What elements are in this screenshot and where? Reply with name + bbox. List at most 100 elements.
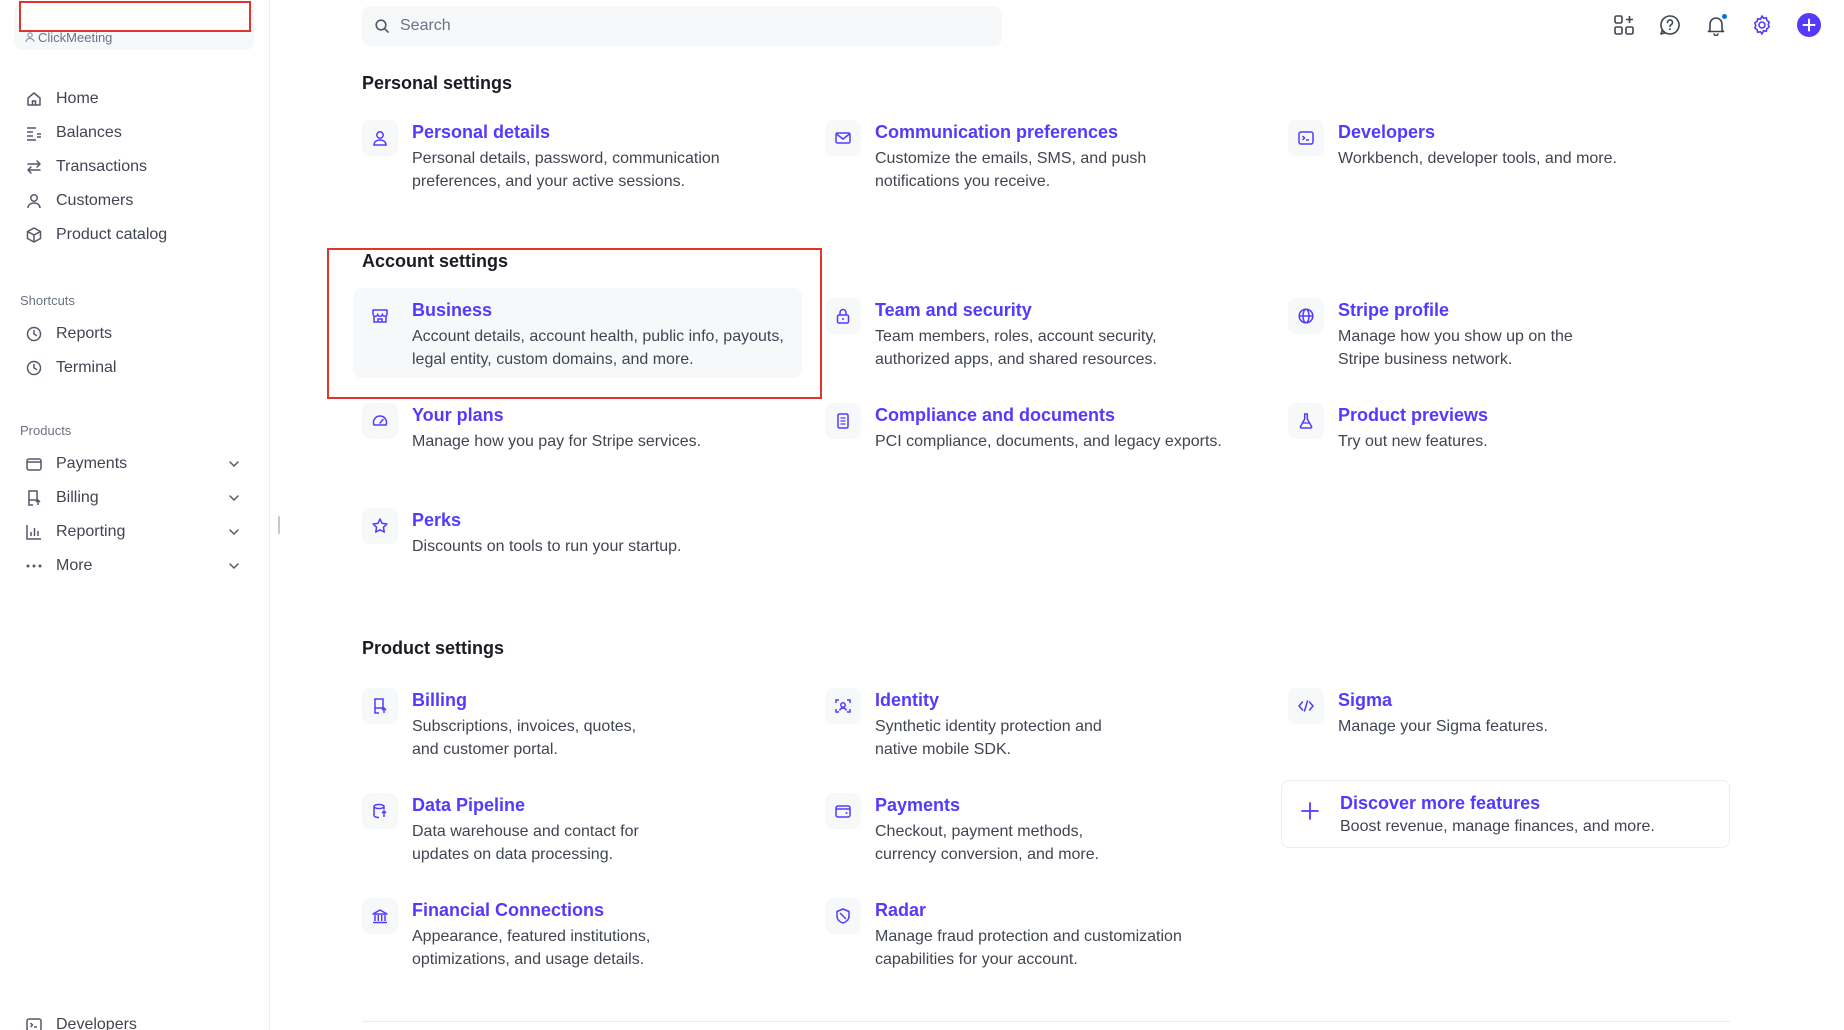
- card-communication-preferences[interactable]: Communication preferences Customize the …: [825, 120, 1275, 190]
- chevron-down-icon[interactable]: [226, 558, 242, 574]
- card-team-and-security[interactable]: Team and security Team members, roles, a…: [825, 298, 1275, 368]
- search-icon: [375, 19, 389, 33]
- card-description: Manage fraud protection and customizatio…: [875, 928, 1182, 968]
- code-icon: [1288, 688, 1324, 724]
- person-icon: [362, 120, 398, 156]
- card-radar[interactable]: Radar Manage fraud protection and custom…: [825, 898, 1275, 968]
- chevron-down-icon[interactable]: [226, 524, 242, 540]
- terminal-icon: [24, 1015, 44, 1030]
- notifications-button[interactable]: [1703, 12, 1729, 38]
- card-title: Data Pipeline: [412, 795, 526, 815]
- apps-button[interactable]: [1611, 12, 1637, 38]
- sidebar-item-label: More: [56, 557, 93, 574]
- settings-button[interactable]: [1749, 12, 1775, 38]
- create-button[interactable]: [1796, 12, 1822, 38]
- sidebar-item-reports[interactable]: Reports: [0, 317, 270, 351]
- billing-icon: [362, 688, 398, 724]
- card-description: Manage how you pay for Stripe services.: [412, 433, 702, 450]
- card-description: Customize the emails, SMS, and push noti…: [875, 150, 1147, 190]
- envelope-icon: [825, 120, 861, 156]
- card-compliance-and-documents[interactable]: Compliance and documents PCI compliance,…: [825, 403, 1275, 453]
- sidebar-item-transactions[interactable]: Transactions: [0, 150, 270, 184]
- card-title: Sigma: [1338, 690, 1393, 710]
- card-title: Radar: [875, 900, 927, 920]
- database-sync-icon: [362, 793, 398, 829]
- card-product-previews[interactable]: Product previews Try out new features.: [1288, 403, 1738, 453]
- divider: [362, 1021, 1730, 1022]
- chevron-down-icon[interactable]: [226, 490, 242, 506]
- sidebar-item-home[interactable]: Home: [0, 82, 270, 116]
- card-title: Compliance and documents: [875, 405, 1116, 425]
- sidebar-item-billing[interactable]: Billing: [0, 481, 270, 515]
- card-title: Team and security: [875, 300, 1032, 320]
- card-title: Payments: [875, 795, 961, 815]
- card-description: Data warehouse and contact for updates o…: [412, 823, 639, 863]
- card-description: Personal details, password, communicatio…: [412, 150, 720, 190]
- balances-icon: [24, 123, 44, 143]
- customers-icon: [24, 191, 44, 211]
- sidebar-item-balances[interactable]: Balances: [0, 116, 270, 150]
- terminal-icon: [1288, 120, 1324, 156]
- card-description: PCI compliance, documents, and legacy ex…: [875, 433, 1222, 450]
- bar-chart-icon: [24, 522, 44, 542]
- card-description: Synthetic identity protection and native…: [875, 718, 1102, 758]
- sidebar-item-product-catalog[interactable]: Product catalog: [0, 218, 270, 252]
- card-data-pipeline[interactable]: Data Pipeline Data warehouse and contact…: [362, 793, 812, 863]
- card-identity[interactable]: Identity Synthetic identity protection a…: [825, 688, 1275, 758]
- transactions-icon: [24, 157, 44, 177]
- card-title: Communication preferences: [875, 122, 1119, 142]
- card-perks[interactable]: Perks Discounts on tools to run your sta…: [362, 508, 812, 558]
- sidebar-item-reporting[interactable]: Reporting: [0, 515, 270, 549]
- card-description: Boost revenue, manage finances, and more…: [1340, 818, 1655, 835]
- card-stripe-profile[interactable]: Stripe profile Manage how you show up on…: [1288, 298, 1738, 368]
- sidebar-item-label: Reporting: [56, 523, 126, 540]
- sidebar-item-developers[interactable]: Developers: [0, 1008, 270, 1030]
- card-developers[interactable]: Developers Workbench, developer tools, a…: [1288, 120, 1738, 170]
- help-button[interactable]: [1657, 12, 1683, 38]
- gauge-icon: [362, 403, 398, 439]
- shortcuts-nav: Shortcuts Reports Terminal: [0, 283, 270, 385]
- search-bar[interactable]: [362, 6, 1002, 46]
- card-title: Your plans: [412, 405, 504, 425]
- card-title: Stripe profile: [1338, 300, 1450, 320]
- card-financial-connections[interactable]: Financial Connections Appearance, featur…: [362, 898, 812, 968]
- products-nav: Products Payments Billing Reporting More: [0, 413, 270, 583]
- star-icon: [362, 508, 398, 544]
- sidebar-item-label: Payments: [56, 455, 128, 472]
- bank-icon: [362, 898, 398, 934]
- clock-icon: [24, 324, 44, 344]
- notification-badge: [1721, 13, 1728, 20]
- more-dots-icon: [24, 556, 44, 576]
- face-scan-icon: [825, 688, 861, 724]
- sidebar-item-customers[interactable]: Customers: [0, 184, 270, 218]
- section-title-personal: Personal settings: [362, 73, 513, 93]
- card-title: Developers: [1338, 122, 1436, 142]
- card-sigma[interactable]: Sigma Manage your Sigma features.: [1288, 688, 1738, 738]
- sidebar-resize-handle[interactable]: [278, 516, 280, 534]
- card-discover-more-features[interactable]: Discover more features Boost revenue, ma…: [1281, 780, 1730, 848]
- box-icon: [24, 225, 44, 245]
- chevron-down-icon[interactable]: [226, 456, 242, 472]
- help-icon: [1660, 15, 1680, 35]
- card-description: Manage how you show up on the Stripe bus…: [1338, 328, 1573, 368]
- card-title: Financial Connections: [412, 900, 605, 920]
- sidebar-item-label: Balances: [56, 124, 122, 141]
- card-payments[interactable]: Payments Checkout, payment methods, curr…: [825, 793, 1275, 863]
- sidebar-item-more[interactable]: More: [0, 549, 270, 583]
- globe-icon: [1288, 298, 1324, 334]
- shield-icon: [825, 898, 861, 934]
- card-billing[interactable]: Billing Subscriptions, invoices, quotes,…: [362, 688, 812, 758]
- wallet-icon: [24, 454, 44, 474]
- card-title: Identity: [875, 690, 940, 710]
- sidebar-item-payments[interactable]: Payments: [0, 447, 270, 481]
- search-input[interactable]: [400, 17, 960, 35]
- billing-icon: [24, 488, 44, 508]
- card-personal-details[interactable]: Personal details Personal details, passw…: [362, 120, 812, 190]
- card-your-plans[interactable]: Your plans Manage how you pay for Stripe…: [362, 403, 812, 453]
- card-description: Try out new features.: [1338, 433, 1488, 450]
- apps-icon: [1614, 15, 1634, 35]
- plus-circle-icon: [1797, 13, 1821, 37]
- card-description: Subscriptions, invoices, quotes, and cus…: [412, 718, 637, 758]
- sidebar-item-terminal[interactable]: Terminal: [0, 351, 270, 385]
- sidebar-item-label: Customers: [56, 192, 134, 209]
